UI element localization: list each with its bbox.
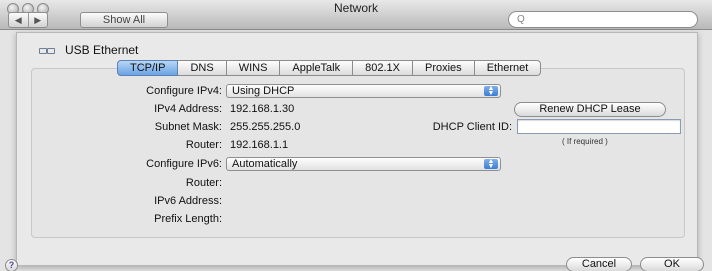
ipv4-address-value: 192.168.1.30 bbox=[230, 103, 295, 115]
dhcp-client-id-hint: ( If required ) bbox=[562, 137, 608, 146]
tab-proxies[interactable]: Proxies bbox=[413, 60, 475, 76]
popup-arrows-icon: ▲ ▼ bbox=[484, 85, 498, 97]
ipv4-address-label: IPv4 Address: bbox=[154, 103, 222, 115]
tab-dns[interactable]: DNS bbox=[178, 60, 227, 76]
dhcp-client-id-label: DHCP Client ID: bbox=[432, 121, 512, 133]
tcpip-panel: Configure IPv4: Using DHCP ▲ ▼ IPv4 Addre… bbox=[31, 68, 685, 238]
interface-header: USB Ethernet bbox=[39, 43, 138, 57]
prefix-length-label: Prefix Length: bbox=[154, 213, 222, 225]
ipv4-router-label: Router: bbox=[185, 139, 222, 151]
dhcp-client-id-field[interactable] bbox=[517, 119, 681, 134]
configure-ipv4-label: Configure IPv4: bbox=[146, 85, 222, 97]
configure-ipv6-label: Configure IPv6: bbox=[146, 158, 222, 170]
renew-dhcp-lease-button[interactable]: Renew DHCP Lease bbox=[514, 102, 666, 117]
configure-ipv6-value: Automatically bbox=[232, 158, 298, 170]
search-field[interactable]: Q bbox=[508, 11, 698, 28]
network-window: Network ◀ ▶ Show All Q USB Ethernet TCP/… bbox=[0, 0, 712, 271]
ok-button[interactable]: OK bbox=[640, 257, 704, 271]
back-arrow-icon[interactable]: ◀ bbox=[9, 13, 28, 27]
ipv4-router-value: 192.168.1.1 bbox=[230, 139, 289, 151]
configure-ipv4-select[interactable]: Using DHCP ▲ ▼ bbox=[226, 84, 501, 98]
tab-ethernet[interactable]: Ethernet bbox=[474, 60, 542, 76]
help-button[interactable]: ? bbox=[5, 259, 18, 271]
title-bar: Network ◀ ▶ Show All Q bbox=[0, 0, 712, 30]
ipv6-address-label: IPv6 Address: bbox=[154, 195, 222, 207]
show-all-button[interactable]: Show All bbox=[80, 12, 168, 28]
ethernet-icon bbox=[39, 45, 55, 55]
tab-wins[interactable]: WINS bbox=[226, 60, 281, 76]
configure-ipv6-select[interactable]: Automatically ▲ ▼ bbox=[226, 157, 501, 171]
advanced-settings-sheet: USB Ethernet TCP/IP DNS WINS AppleTalk 8… bbox=[16, 32, 698, 266]
interface-name: USB Ethernet bbox=[65, 43, 139, 57]
tab-8021x[interactable]: 802.1X bbox=[353, 60, 413, 76]
configure-ipv4-value: Using DHCP bbox=[232, 85, 295, 97]
popup-arrows-icon: ▲ ▼ bbox=[484, 158, 498, 170]
forward-arrow-icon[interactable]: ▶ bbox=[27, 13, 48, 27]
ipv6-router-label: Router: bbox=[185, 177, 222, 189]
subnet-mask-value: 255.255.255.0 bbox=[230, 121, 301, 133]
cancel-button[interactable]: Cancel bbox=[566, 257, 632, 271]
settings-tabs: TCP/IP DNS WINS AppleTalk 802.1X Proxies… bbox=[117, 60, 542, 76]
back-forward-control: ◀ ▶ bbox=[8, 12, 48, 28]
search-icon: Q bbox=[517, 14, 525, 25]
subnet-mask-label: Subnet Mask: bbox=[154, 121, 222, 133]
tab-tcpip[interactable]: TCP/IP bbox=[117, 60, 179, 76]
tab-appletalk[interactable]: AppleTalk bbox=[280, 60, 354, 76]
